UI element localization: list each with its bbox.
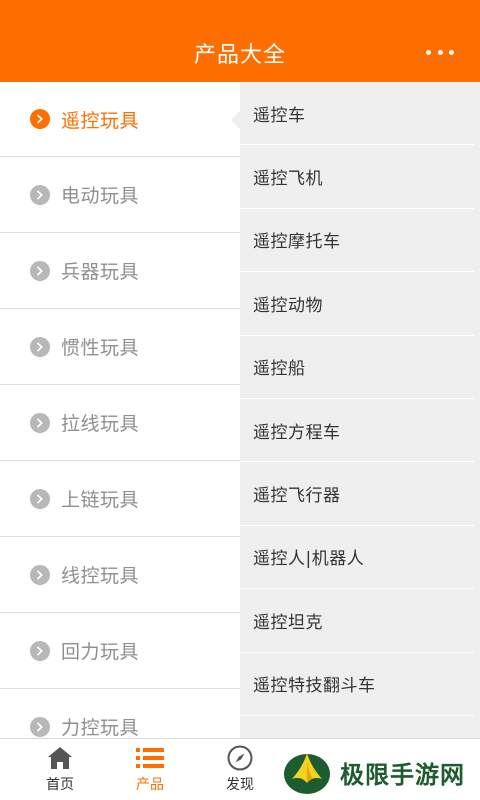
subcategory-item[interactable]: 遥控方程车 [240,399,474,463]
category-label: 回力玩具 [61,641,140,663]
category-label: 线控玩具 [61,565,140,587]
subcategory-label: 遥控船 [253,359,306,380]
chevron-right-icon [30,184,50,205]
home-icon [46,744,74,772]
subcategory-label: 遥控人|机器人 [253,549,365,570]
category-item-wind-up-toys[interactable]: 上链玩具 [0,461,240,537]
subcategory-list: 遥控车 遥控飞机 遥控摩托车 遥控动物 遥控船 遥控方程车 遥控飞行器 遥控人|… [240,82,480,738]
chevron-right-icon [30,716,50,737]
category-label: 力控玩具 [61,717,140,738]
category-item-remote-toys[interactable]: 遥控玩具 [0,82,240,157]
category-item-wire-control-toys[interactable]: 线控玩具 [0,537,240,613]
category-label: 遥控玩具 [61,109,140,132]
subcategory-item[interactable]: 遥控船 [240,336,474,399]
compass-icon [226,744,254,772]
subcategory-item[interactable]: 遥控摩托车 [240,209,474,273]
subcategory-label: 遥控摩托车 [253,232,341,253]
chevron-right-icon [30,336,50,357]
tab-products[interactable]: 产品 [105,739,195,800]
subcategory-item[interactable]: 遥控车 [240,82,474,146]
category-item-pull-back-toys[interactable]: 回力玩具 [0,613,240,689]
more-dot [437,49,443,55]
chevron-right-icon [30,260,50,281]
more-dot [449,49,454,55]
category-item-force-control-toys[interactable]: 力控玩具 [0,689,240,738]
subcategory-item[interactable]: 遥控动物 [240,272,474,336]
subcategory-label: 遥控动物 [253,295,323,316]
subcategory-item[interactable]: 遥控飞行器 [240,462,474,526]
chevron-right-icon [30,564,50,585]
category-item-pull-string-toys[interactable]: 拉线玩具 [0,385,240,461]
subcategory-label: 遥控飞行器 [253,486,341,507]
category-item-weapon-toys[interactable]: 兵器玩具 [0,233,240,309]
category-label: 电动玩具 [61,185,140,207]
tab-home[interactable]: 首页 [15,739,105,800]
subcategory-item[interactable]: 遥控人|机器人 [240,526,474,590]
chevron-right-icon [30,412,50,433]
more-dots-icon[interactable] [426,42,454,62]
category-item-inertia-toys[interactable]: 惯性玩具 [0,309,240,385]
category-list: 遥控玩具 电动玩具 兵器玩具 惯性玩具 拉线玩具 上链玩具 线控玩具 回力玩具 … [0,82,240,738]
chevron-right-icon [30,488,50,509]
watermark-text: 极限手游网 [340,760,465,789]
header-bar: 产品大全 [0,0,480,82]
category-label: 兵器玩具 [61,261,140,283]
selection-pointer [231,111,240,129]
chevron-right-icon [30,640,50,661]
subcategory-label: 遥控方程车 [253,422,341,443]
subcategory-item[interactable]: 遥控特技翻斗车 [240,653,474,716]
category-item-electric-toys[interactable]: 电动玩具 [0,157,240,233]
category-label: 上链玩具 [61,489,140,511]
subcategory-label: 遥控车 [253,105,306,126]
category-label: 拉线玩具 [61,413,140,435]
subcategory-label: 遥控特技翻斗车 [253,676,376,697]
subcategory-item[interactable]: 遥控坦克 [240,589,474,653]
tab-label: 发现 [226,777,254,793]
subcategory-item[interactable]: 遥控飞机 [240,145,474,209]
tab-discover[interactable]: 发现 [195,739,285,800]
subcategory-label: 遥控飞机 [253,169,323,190]
watermark: 极限手游网 [282,744,480,800]
list-icon [136,744,164,772]
more-dot [426,49,431,55]
category-label: 惯性玩具 [61,337,140,359]
tab-label: 首页 [46,777,74,793]
tab-label: 产品 [136,777,164,793]
chevron-right-icon [30,109,50,129]
subcategory-label: 遥控坦克 [253,612,323,633]
page-title: 产品大全 [193,43,286,68]
watermark-logo [284,753,330,794]
